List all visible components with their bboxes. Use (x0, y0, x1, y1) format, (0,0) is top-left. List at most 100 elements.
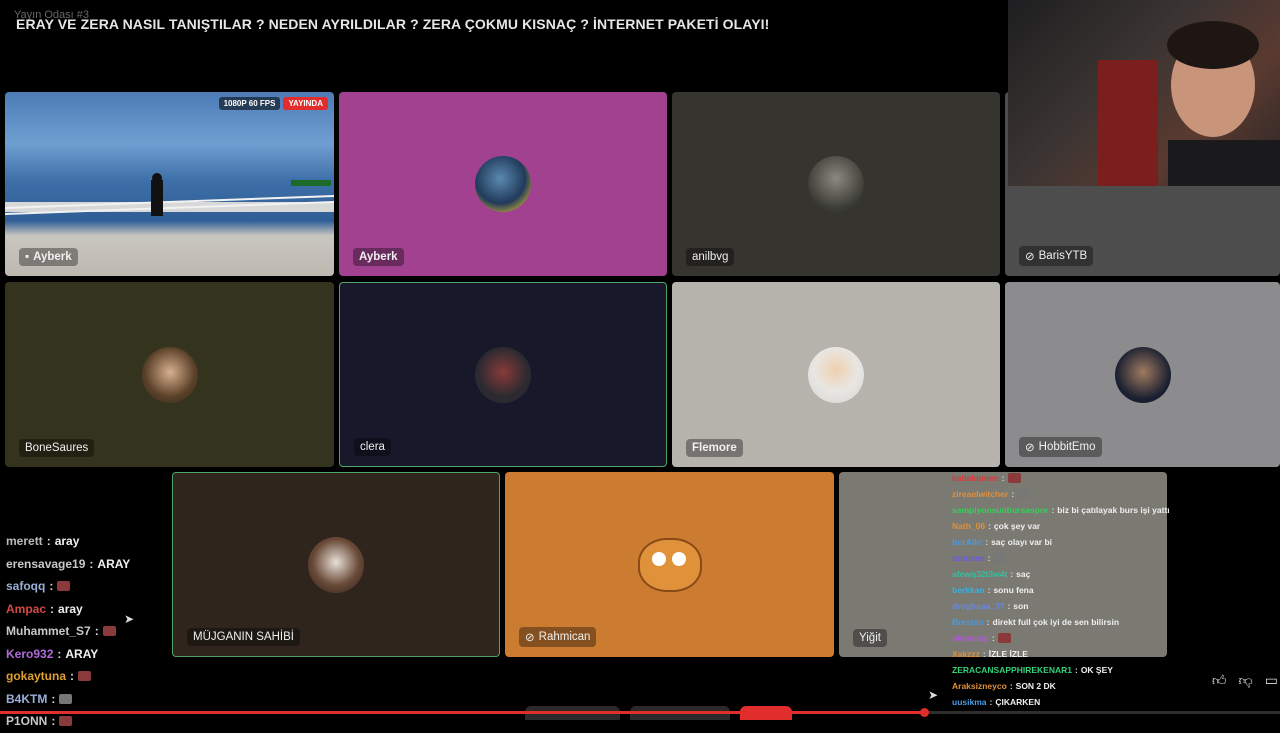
chat-message: drogbaaa_37: son (952, 598, 1212, 614)
chat-message: tunusee: (952, 550, 1212, 566)
chat-username: Muhammet_S7 (6, 624, 91, 639)
participant-tile-flemore[interactable]: Flemore (672, 282, 1000, 467)
participant-tile-ayberk[interactable]: Ayberk (339, 92, 667, 276)
chat-separator: : (982, 649, 986, 659)
chat-text: ÇIKARKEN (995, 697, 1041, 707)
chat-text: saç olayı var bi (991, 537, 1053, 547)
progress-scrubber[interactable] (920, 708, 930, 717)
chat-message: Araksizneyco: SON 2 DK (952, 678, 1212, 694)
avatar (637, 537, 702, 592)
chat-username: sampiyonsunbursaspor (952, 505, 1049, 515)
chat-message: safoqq: (0, 575, 170, 598)
participant-nameplate: Flemore (686, 439, 743, 457)
chat-message: Xakzzz: İZLE İZLE (952, 646, 1212, 662)
chat-username: B4KTM (6, 691, 48, 706)
chat-separator: : (51, 714, 56, 729)
participant-nameplate: Ayberk (353, 248, 404, 266)
chat-emote-icon (997, 633, 1011, 643)
chat-text: ARAY (65, 646, 99, 661)
chat-separator: : (1051, 505, 1055, 515)
chat-text: son (1013, 601, 1029, 611)
video-actions: 👍︎ 👎︎ ▭ (1212, 672, 1280, 689)
participant-nameplate: ⊘ Rahmican (519, 627, 597, 647)
participant-nameplate: ⊘ HobbitEmo (1019, 437, 1102, 457)
share-icon[interactable]: ▭ (1265, 672, 1278, 689)
chat-message: Muhammet_S7: (0, 620, 170, 643)
chat-separator: : (986, 617, 990, 627)
chat-username: burAlkr (952, 537, 983, 547)
chat-message: Nath_06: çok şey var (952, 518, 1212, 534)
like-icon[interactable]: 👍︎ (1212, 672, 1227, 689)
chat-emote-icon (59, 716, 73, 727)
participant-nameplate: Yiğit (853, 629, 887, 647)
chat-separator: : (1007, 601, 1011, 611)
chat-text: biz bi çatılayak burs işi yattı (1057, 505, 1170, 515)
chat-username: uusikma (952, 697, 987, 707)
chat-username: Nath_06 (952, 521, 986, 531)
chat-username: Xakzzz (952, 649, 980, 659)
chat-message: uusikma: ÇIKARKEN (952, 694, 1212, 710)
mic-muted-icon: ⊘ (1025, 442, 1035, 454)
chat-username: ZERACANSAPPHIREKENAR1 (952, 665, 1072, 675)
chat-separator: : (988, 521, 991, 531)
participant-tile-anilbvg[interactable]: anilbvg (672, 92, 1000, 276)
chat-emote-icon (1017, 489, 1031, 499)
chat-message: kabakumen: (952, 470, 1212, 486)
chat-username: erensavage19 (6, 556, 86, 571)
video-progress-bar[interactable] (0, 708, 1280, 717)
avatar (475, 346, 531, 403)
participant-nameplate: ▪ Ayberk (19, 248, 78, 266)
chat-username: drogbaaa_37 (952, 601, 1005, 611)
participant-tile-mujganin-sahibi[interactable]: MÜJGANIN SAHİBİ (172, 472, 500, 657)
participant-nameplate: ⊘ BarisYTB (1019, 246, 1094, 266)
avatar (808, 156, 864, 212)
chat-separator: : (991, 633, 995, 643)
chat-username: Kero932 (6, 646, 54, 661)
title-bar: Yayın Odası #3 ERAY VE ZERA NASIL TANIŞT… (0, 0, 1005, 90)
chat-text: saç (1016, 569, 1031, 579)
progress-fill (0, 711, 925, 714)
chat-username: berkkan (952, 585, 985, 595)
chat-message: berkkan: sonu fena (952, 582, 1212, 598)
chat-username: okhastay (952, 633, 989, 643)
chat-text: İZLE İZLE (988, 649, 1028, 659)
chat-emote-icon (59, 693, 73, 704)
mic-muted-icon: ⊘ (525, 632, 535, 644)
chat-separator: : (57, 646, 62, 661)
stream-tile[interactable]: 1080P 60 FPS YAYINDA ▪ Ayberk (5, 92, 334, 276)
chat-message: B4KTM: (0, 688, 170, 711)
dislike-icon[interactable]: 👎︎ (1239, 672, 1253, 689)
chat-separator: : (94, 624, 99, 639)
chat-emote-icon (1007, 473, 1021, 483)
chat-text: direkt full çok iyi de sen bilirsin (992, 617, 1120, 627)
chat-username: Ampac (6, 601, 47, 616)
participant-tile-bonesaures[interactable]: BoneSaures (5, 282, 334, 467)
chat-overlay-right: kabakumen: zireaelwitcher: sampiyonsunburs… (952, 470, 1212, 720)
stream-title: ERAY VE ZERA NASIL TANIŞTILAR ? NEDEN AY… (16, 16, 770, 32)
chat-username: safoqq (6, 579, 46, 594)
chat-text: OK ŞEY (1080, 665, 1113, 675)
chat-username: gokaytuna (6, 669, 67, 684)
chat-separator: : (987, 585, 991, 595)
chat-message: ZERACANSAPPHIREKENAR1: OK ŞEY (952, 662, 1212, 678)
participant-nameplate: MÜJGANIN SAHİBİ (187, 628, 300, 646)
chat-message: afewq32t3w4t: saç (952, 566, 1212, 582)
participant-nameplate: anilbvg (686, 248, 735, 266)
chat-text: sonu fena (993, 585, 1034, 595)
chat-separator: : (987, 553, 991, 563)
chat-emote-icon (102, 626, 116, 637)
avatar (308, 536, 364, 593)
chat-text: ARAY (97, 556, 131, 571)
chat-message: gokaytuna: (0, 665, 170, 688)
chat-text: SON 2 DK (1015, 681, 1056, 691)
chat-username: merett (6, 534, 43, 549)
chat-separator: : (70, 669, 75, 684)
participant-tile-hobbitemo[interactable]: ⊘ HobbitEmo (1005, 282, 1280, 467)
participant-tile-rahmican[interactable]: ⊘ Rahmican (505, 472, 834, 657)
chat-message: merett: aray (0, 530, 170, 553)
chat-emote-icon (78, 671, 92, 682)
chat-username: tunusee (952, 553, 985, 563)
chat-username: Brestan (952, 617, 984, 627)
chat-message: Kero932: ARAY (0, 643, 170, 666)
participant-tile-clera[interactable]: clera (339, 282, 667, 467)
